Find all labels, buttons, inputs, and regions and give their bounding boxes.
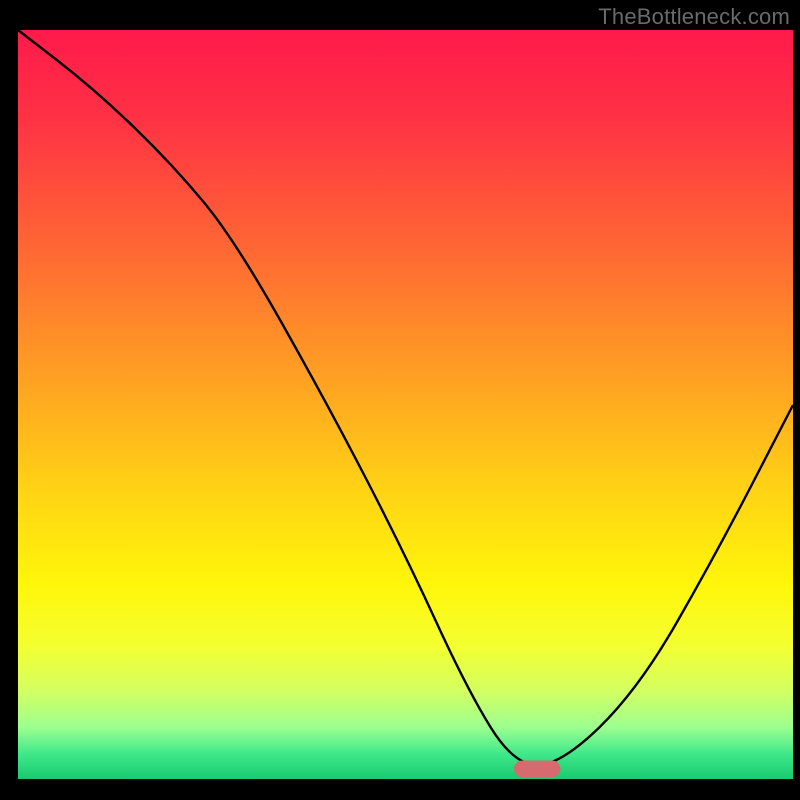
bottleneck-chart: [0, 0, 800, 800]
gradient-background: [18, 30, 793, 780]
optimal-marker: [514, 761, 561, 778]
chart-frame: TheBottleneck.com: [0, 0, 800, 800]
watermark-label: TheBottleneck.com: [598, 4, 790, 30]
